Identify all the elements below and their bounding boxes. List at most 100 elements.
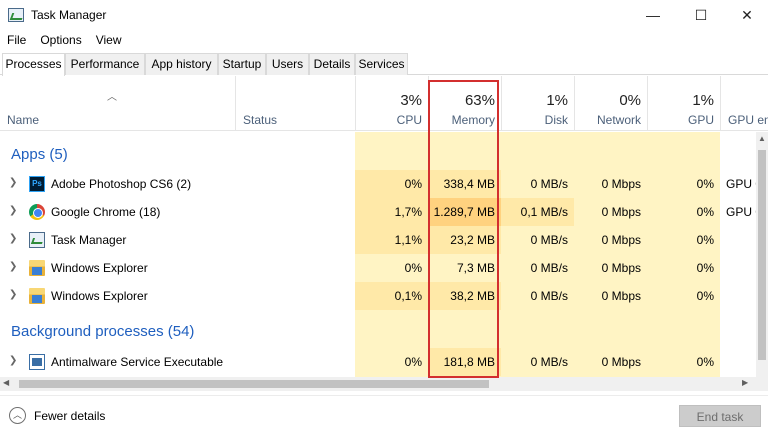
group-header-apps[interactable]: Apps (5) xyxy=(0,140,756,168)
gpu-cell: 0% xyxy=(696,205,714,219)
disk-total: 1% xyxy=(546,92,568,109)
footer: ︿ Fewer details End task xyxy=(0,395,768,432)
scroll-up-icon[interactable]: ▲ xyxy=(756,134,768,143)
table-row[interactable]: ❯ Google Chrome (18) 1,7% 1.289,7 MB 0,1… xyxy=(0,198,756,226)
column-status[interactable]: Status xyxy=(235,76,355,131)
gpu-engine-cell: GPU 0 - 3D xyxy=(726,177,756,191)
task-manager-icon xyxy=(29,232,45,248)
expand-chevron-icon[interactable]: ❯ xyxy=(9,261,17,272)
table-row[interactable]: ❯ Windows Explorer 0% 7,3 MB 0 MB/s 0 Mb… xyxy=(0,254,756,282)
memory-cell: 181,8 MB xyxy=(428,348,501,376)
table-row[interactable]: ❯ Antimalware Service Executable 0% 181,… xyxy=(0,348,756,376)
disk-cell: 0 MB/s xyxy=(530,233,568,247)
scroll-right-icon[interactable]: ▶ xyxy=(742,378,748,387)
process-name: Antimalware Service Executable xyxy=(51,355,224,369)
expand-chevron-icon[interactable]: ❯ xyxy=(9,355,17,366)
menu-options[interactable]: Options xyxy=(33,33,88,47)
service-icon xyxy=(29,354,45,370)
process-name: Windows Explorer xyxy=(51,289,148,303)
memory-total: 63% xyxy=(464,92,495,109)
scroll-left-icon[interactable]: ◀ xyxy=(3,378,9,387)
column-gpu-engine[interactable]: GPU engine xyxy=(720,76,768,131)
cpu-cell: 0% xyxy=(404,261,422,275)
column-network-label: Network xyxy=(596,113,641,127)
column-memory[interactable]: 63% Memory xyxy=(428,76,501,131)
tab-details[interactable]: Details xyxy=(309,53,355,75)
folder-icon xyxy=(29,288,45,304)
fewer-details-link[interactable]: Fewer details xyxy=(34,409,105,423)
cpu-cell: 0% xyxy=(404,355,422,369)
table-row[interactable]: ❯ Windows Explorer 0,1% 38,2 MB 0 MB/s 0… xyxy=(0,282,756,310)
column-gpu[interactable]: 1% GPU xyxy=(647,76,720,131)
column-name-label: Name xyxy=(7,113,40,127)
process-name: Google Chrome (18) xyxy=(51,205,161,219)
end-task-button[interactable]: End task xyxy=(679,405,761,427)
expand-chevron-icon[interactable]: ❯ xyxy=(9,177,17,188)
gpu-total: 1% xyxy=(692,92,714,109)
group-title-apps: Apps (5) xyxy=(11,146,68,163)
maximize-button[interactable]: ☐ xyxy=(678,0,724,30)
tab-app-history[interactable]: App history xyxy=(145,53,218,75)
column-header: ︿ Name Status 3% CPU 63% Memory 1% Disk … xyxy=(0,76,768,131)
horizontal-scrollbar[interactable]: ◀ ▶ xyxy=(0,377,768,391)
chevron-up-icon[interactable]: ︿ xyxy=(9,407,26,424)
cpu-cell: 1,1% xyxy=(355,226,428,254)
horizontal-scroll-thumb[interactable] xyxy=(19,380,489,388)
menu-file[interactable]: File xyxy=(0,33,33,47)
column-disk-label: Disk xyxy=(544,113,568,127)
tab-startup[interactable]: Startup xyxy=(218,53,266,75)
memory-cell: 23,2 MB xyxy=(428,226,501,254)
memory-cell: 38,2 MB xyxy=(428,282,501,310)
group-header-background[interactable]: Background processes (54) xyxy=(0,317,756,345)
column-status-label: Status xyxy=(243,113,278,127)
network-cell: 0 Mbps xyxy=(601,289,641,303)
column-network[interactable]: 0% Network xyxy=(574,76,647,131)
column-name[interactable]: ︿ Name xyxy=(0,76,235,131)
menu-view[interactable]: View xyxy=(89,33,129,47)
table-row[interactable]: ❯ Ps Adobe Photoshop CS6 (2) 0% 338,4 MB… xyxy=(0,170,756,198)
cpu-total: 3% xyxy=(400,92,422,109)
tab-services[interactable]: Services xyxy=(355,53,408,75)
column-cpu[interactable]: 3% CPU xyxy=(355,76,428,131)
folder-icon xyxy=(29,260,45,276)
expand-chevron-icon[interactable]: ❯ xyxy=(9,205,17,216)
cpu-cell: 1,7% xyxy=(355,198,428,226)
sort-up-icon: ︿ xyxy=(107,92,117,103)
title-bar: Task Manager — ☐ ✕ xyxy=(0,0,768,30)
column-gpu-engine-label: GPU engine xyxy=(728,113,768,127)
tab-users[interactable]: Users xyxy=(266,53,309,75)
task-manager-icon xyxy=(8,8,24,22)
column-disk[interactable]: 1% Disk xyxy=(501,76,574,131)
disk-cell: 0 MB/s xyxy=(530,355,568,369)
cpu-cell: 0,1% xyxy=(355,282,428,310)
tab-processes[interactable]: Processes xyxy=(2,53,65,76)
menu-bar: File Options View xyxy=(0,30,768,50)
gpu-cell: 0% xyxy=(696,233,714,247)
column-memory-label: Memory xyxy=(451,113,495,127)
process-name: Windows Explorer xyxy=(51,261,148,275)
network-cell: 0 Mbps xyxy=(601,261,641,275)
photoshop-icon: Ps xyxy=(29,176,45,192)
process-list: Apps (5) ❯ Ps Adobe Photoshop CS6 (2) 0%… xyxy=(0,132,756,377)
cpu-cell: 0% xyxy=(355,170,428,198)
close-button[interactable]: ✕ xyxy=(724,0,768,30)
gpu-cell: 0% xyxy=(696,261,714,275)
expand-chevron-icon[interactable]: ❯ xyxy=(9,233,17,244)
disk-cell: 0 MB/s xyxy=(530,289,568,303)
network-cell: 0 Mbps xyxy=(601,205,641,219)
network-total: 0% xyxy=(619,92,641,109)
gpu-cell: 0% xyxy=(696,355,714,369)
tab-performance[interactable]: Performance xyxy=(65,53,145,75)
expand-chevron-icon[interactable]: ❯ xyxy=(9,289,17,300)
table-row[interactable]: ❯ Task Manager 1,1% 23,2 MB 0 MB/s 0 Mbp… xyxy=(0,226,756,254)
disk-cell: 0 MB/s xyxy=(530,177,568,191)
gpu-engine-cell: GPU 0 - 3D xyxy=(726,205,756,219)
vertical-scroll-thumb[interactable] xyxy=(758,150,766,360)
vertical-scrollbar[interactable]: ▲ xyxy=(756,132,768,377)
group-title-background: Background processes (54) xyxy=(11,323,195,340)
minimize-button[interactable]: — xyxy=(630,0,676,30)
memory-cell: 7,3 MB xyxy=(456,261,495,275)
process-name: Adobe Photoshop CS6 (2) xyxy=(51,177,192,191)
network-cell: 0 Mbps xyxy=(601,355,641,369)
gpu-cell: 0% xyxy=(696,289,714,303)
